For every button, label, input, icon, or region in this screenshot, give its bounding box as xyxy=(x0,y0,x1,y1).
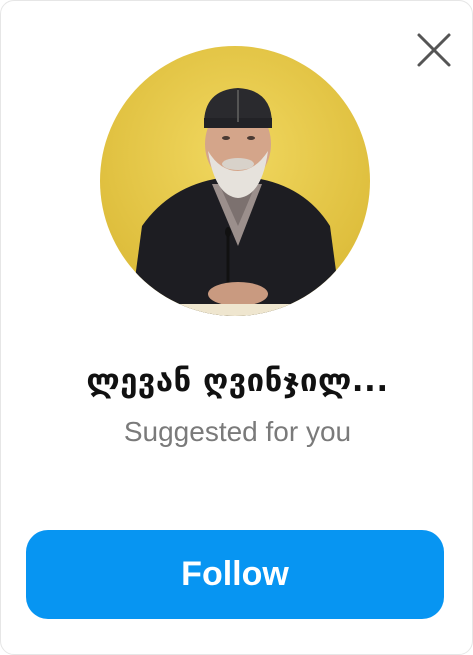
follow-button[interactable]: Follow xyxy=(26,530,444,619)
suggested-label: Suggested for you xyxy=(123,416,352,447)
profile-name[interactable]: ლევან ღვინჯილ... xyxy=(1,363,472,399)
close-icon xyxy=(417,33,451,67)
suggestion-card: ლევან ღვინჯილ... Suggested for you Follo… xyxy=(0,0,473,655)
close-button[interactable] xyxy=(411,27,457,73)
avatar[interactable] xyxy=(100,46,370,316)
profile-photo xyxy=(100,46,370,316)
